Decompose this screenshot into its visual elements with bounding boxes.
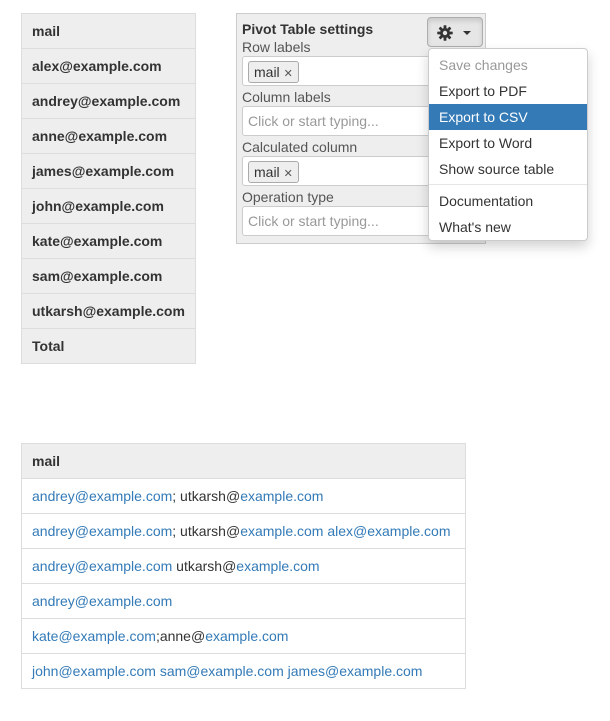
mail-table-body: andrey@example.com; utkarsh@example.com a… <box>22 479 465 689</box>
menu-item-show-source-table[interactable]: Show source table <box>429 156 587 182</box>
remove-chip-icon[interactable]: ✕ <box>284 68 293 80</box>
row-label-chip[interactable]: mail ✕ <box>248 61 299 83</box>
table-row: andrey@example.com <box>22 584 465 619</box>
cell-text: ; utkarsh@ <box>172 488 241 504</box>
menu-item-what-s-new[interactable]: What's new <box>429 214 587 240</box>
pivot-row-label: kate@example.com <box>22 224 195 259</box>
menu-item-export-to-csv[interactable]: Export to CSV <box>429 104 587 130</box>
menu-extra-items: Documentation What's new <box>429 188 587 240</box>
cell-text: utkarsh@ <box>172 558 237 574</box>
operation-type-placeholder: Click or start typing... <box>248 213 379 229</box>
pivot-row-label: andrey@example.com <box>22 84 195 119</box>
table-row: andrey@example.com; utkarsh@example.com … <box>22 514 465 549</box>
calculated-column-chip[interactable]: mail ✕ <box>248 161 299 183</box>
cell-text: ; utkarsh@ <box>172 523 241 539</box>
menu-item-documentation[interactable]: Documentation <box>429 188 587 214</box>
email-link[interactable]: alex@example.com <box>327 523 450 539</box>
chevron-down-icon <box>463 31 471 35</box>
mail-table-header: mail <box>22 444 465 479</box>
table-row: kate@example.com;anne@example.com <box>22 619 465 654</box>
table-row: john@example.com sam@example.com james@e… <box>22 654 465 689</box>
pivot-total-label: Total <box>22 329 195 364</box>
settings-dropdown-menu: Save changes Export to PDF Export to CSV Ex… <box>428 48 588 241</box>
pivot-rows: alex@example.com andrey@example.com anne@e… <box>22 49 195 329</box>
menu-item-save-changes: Save changes <box>439 57 528 73</box>
pivot-row-label: john@example.com <box>22 189 195 224</box>
email-link[interactable]: andrey@example.com <box>32 488 172 504</box>
table-row: andrey@example.com; utkarsh@example.com <box>22 479 465 514</box>
settings-menu-button[interactable] <box>427 17 483 47</box>
email-link[interactable]: andrey@example.com <box>32 593 172 609</box>
pivot-row-label: james@example.com <box>22 154 195 189</box>
calculated-column-chip-text: mail <box>254 164 280 180</box>
column-labels-placeholder: Click or start typing... <box>248 113 379 129</box>
email-link[interactable]: example.com <box>240 523 323 539</box>
email-link[interactable]: example.com <box>236 558 319 574</box>
pivot-row-label: sam@example.com <box>22 259 195 294</box>
email-link[interactable]: kate@example.com <box>32 628 156 644</box>
row-label-chip-text: mail <box>254 64 280 80</box>
table-row: andrey@example.com utkarsh@example.com <box>22 549 465 584</box>
pivot-row-label: anne@example.com <box>22 119 195 154</box>
email-link[interactable]: james@example.com <box>288 663 423 679</box>
pivot-row-label: utkarsh@example.com <box>22 294 195 329</box>
cell-text: ;anne@ <box>155 628 206 644</box>
pivot-table: mail alex@example.com andrey@example.com a… <box>21 13 196 364</box>
pivot-header: mail <box>22 14 195 49</box>
email-link[interactable]: example.com <box>240 488 323 504</box>
email-link[interactable]: example.com <box>205 628 288 644</box>
remove-chip-icon[interactable]: ✕ <box>284 168 293 180</box>
email-link[interactable]: andrey@example.com <box>32 523 172 539</box>
menu-divider <box>429 184 587 185</box>
email-link[interactable]: sam@example.com <box>160 663 284 679</box>
email-link[interactable]: john@example.com <box>32 663 156 679</box>
mail-table: mail andrey@example.com; utkarsh@example… <box>21 443 466 689</box>
email-link[interactable]: andrey@example.com <box>32 558 172 574</box>
menu-item-export-to-word[interactable]: Export to Word <box>429 130 587 156</box>
menu-item-export-to-pdf[interactable]: Export to PDF <box>429 78 587 104</box>
gear-icon <box>437 25 453 41</box>
menu-items: Save changes Export to PDF Export to CSV Ex… <box>429 52 587 182</box>
pivot-row-label: alex@example.com <box>22 49 195 84</box>
